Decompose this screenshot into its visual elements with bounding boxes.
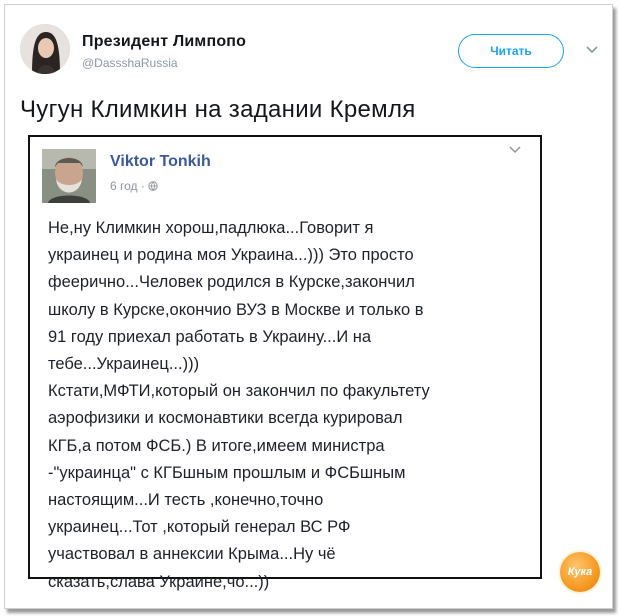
fb-meta-separator: · — [140, 179, 145, 193]
globe-icon — [148, 181, 158, 191]
embedded-facebook-post: Viktor Tonkih 6 год · Не,ну Климкин хоро… — [28, 135, 542, 591]
post-line: сказать,слава Украине,чо...)) — [48, 572, 270, 591]
post-line: КГБ,а потом ФСБ.) В итоге,имеем министра — [48, 436, 385, 455]
post-line: школу в Курске,окончио ВУЗ в Москве и то… — [48, 300, 424, 319]
fb-author-name[interactable]: Viktor Tonkih — [110, 153, 211, 171]
fb-post-body: Не,ну Климкин хорош,падлюка...Говорит я … — [48, 215, 542, 596]
post-line: Не,ну Климкин хорош,падлюка...Говорит я — [48, 219, 374, 237]
watermark-badge: Кука — [560, 552, 600, 592]
post-line: участвовал в аннексии Крыма...Ну чё — [48, 545, 336, 564]
post-line: украинец...Тот ,который генерал ВС РФ — [48, 518, 351, 537]
post-line: аэрофизики и космонавтики всегда куриров… — [48, 409, 403, 428]
post-line: -"украинца" с КГБшным прошлым и ФСБшным — [48, 463, 406, 482]
author-name[interactable]: Президент Лимпопо — [82, 33, 246, 51]
post-line: феерично...Человек родился в Курске,зако… — [48, 273, 415, 292]
post-line: Кстати,МФТИ,который он закончил по факул… — [48, 382, 430, 401]
chevron-down-icon[interactable] — [584, 44, 600, 56]
post-line: 91 году приехал работать в Украину...И н… — [48, 327, 372, 346]
tweet-text: Чугун Климкин на задании Кремля — [20, 96, 416, 123]
post-line: украинец и родина моя Украина...))) Это … — [48, 246, 414, 265]
follow-button[interactable]: Читать — [458, 34, 564, 68]
post-line: тебе...Украинец...))) — [48, 355, 200, 374]
fb-post-meta: 6 год · — [110, 179, 158, 193]
fb-post-time[interactable]: 6 год — [110, 179, 138, 193]
post-line: настоящим...И тесть ,конечно,точно — [48, 491, 324, 510]
chevron-down-icon[interactable] — [508, 145, 522, 155]
author-handle[interactable]: @DassshaRussia — [82, 56, 178, 70]
fb-avatar[interactable] — [42, 149, 96, 203]
avatar[interactable] — [20, 24, 70, 74]
